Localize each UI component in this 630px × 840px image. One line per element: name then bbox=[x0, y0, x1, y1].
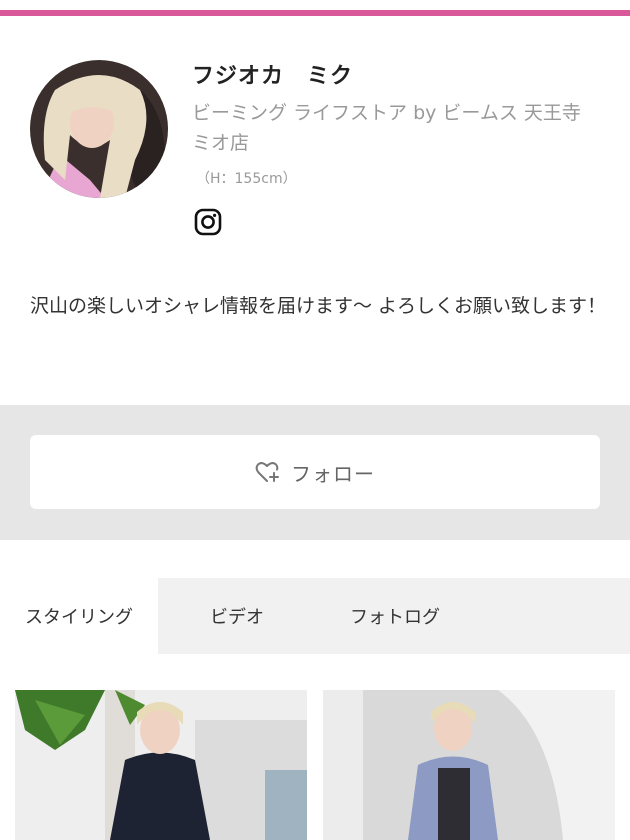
follow-button[interactable]: フォロー bbox=[30, 435, 600, 509]
profile-bio: 沢山の楽しいオシャレ情報を届けます〜 よろしくお願い致します！ bbox=[30, 295, 607, 317]
styling-thumbnail[interactable] bbox=[323, 690, 615, 840]
top-accent-bar bbox=[0, 10, 630, 16]
instagram-icon bbox=[194, 208, 222, 236]
profile-height: （H：155cm） bbox=[196, 171, 297, 187]
avatar bbox=[30, 60, 168, 198]
follow-label: フォロー bbox=[291, 461, 375, 486]
avatar-photo bbox=[30, 60, 168, 198]
tab-photolog[interactable]: フォトログ bbox=[316, 578, 474, 654]
shop-name[interactable]: ビーミング ライフストア by ビームス 天王寺ミオ店 bbox=[192, 98, 592, 158]
tab-video[interactable]: ビデオ bbox=[158, 578, 316, 654]
tab-styling[interactable]: スタイリング bbox=[0, 578, 158, 654]
styling-photo bbox=[323, 690, 615, 840]
profile-name: フジオカ ミク bbox=[192, 64, 354, 89]
instagram-link[interactable] bbox=[194, 208, 222, 236]
content-tabs: スタイリング ビデオ フォトログ bbox=[0, 578, 630, 654]
styling-photo bbox=[15, 690, 307, 840]
heart-plus-icon bbox=[255, 460, 281, 484]
styling-thumbnail[interactable] bbox=[15, 690, 307, 840]
